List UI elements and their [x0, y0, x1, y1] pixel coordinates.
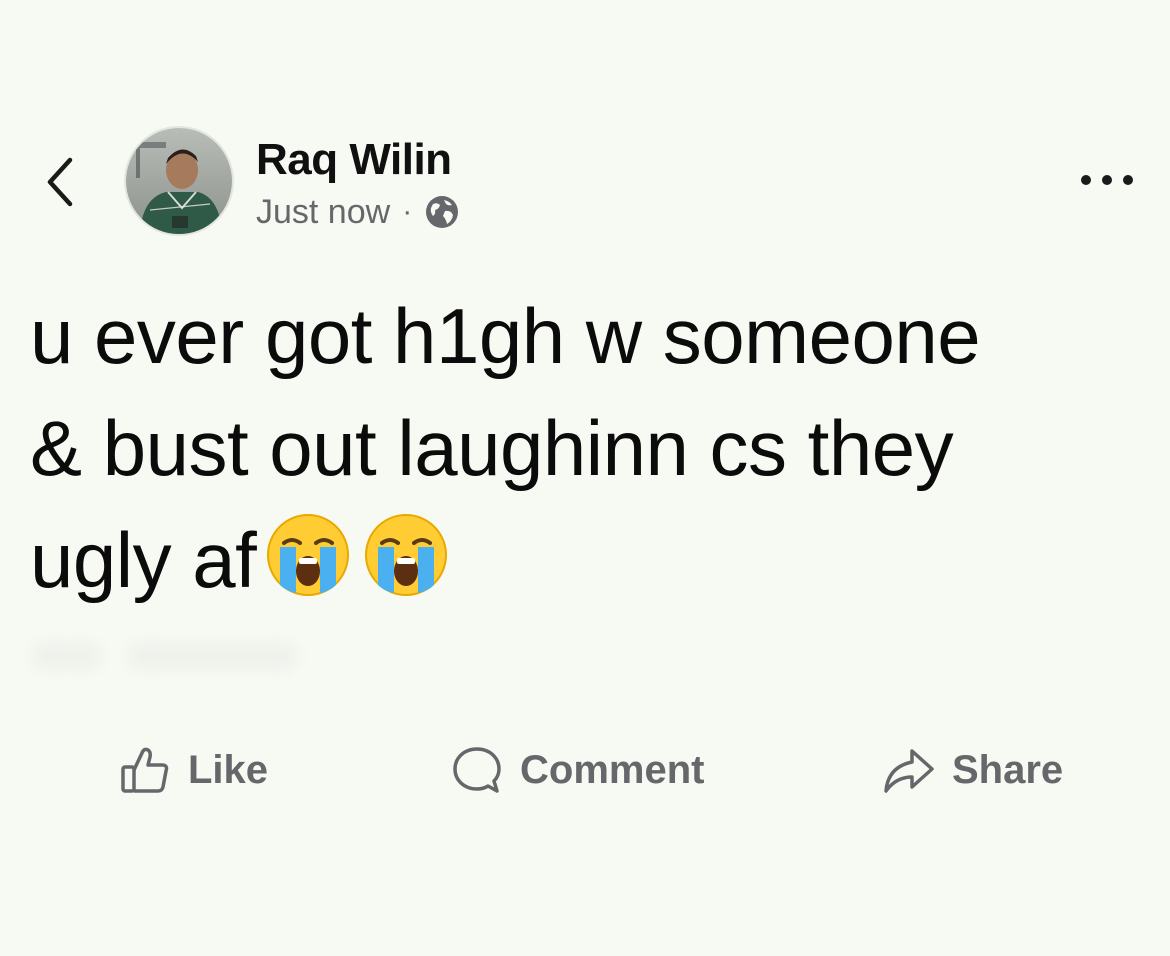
comment-label: Comment	[520, 747, 705, 792]
share-label: Share	[952, 747, 1064, 792]
post-header: Raq Wilin Just now ·	[0, 0, 1170, 260]
avatar-image	[126, 128, 232, 234]
reactions-summary	[32, 632, 302, 676]
loudly-crying-face-icon	[365, 514, 448, 596]
comment-bubble-icon	[453, 747, 501, 793]
share-button[interactable]: Share	[880, 740, 1063, 800]
chevron-left-icon	[47, 157, 73, 207]
post-meta: Just now ·	[256, 190, 460, 234]
reactions-count-placeholder	[32, 642, 102, 670]
post-body: u ever got h1gh w someone & bust out lau…	[30, 280, 1140, 616]
meta-separator: ·	[402, 195, 413, 228]
more-options-button[interactable]	[1074, 158, 1140, 202]
avatar[interactable]	[126, 128, 232, 234]
thumbs-up-icon	[121, 747, 169, 793]
back-button[interactable]	[38, 152, 82, 212]
author-name[interactable]: Raq Wilin	[256, 136, 452, 184]
globe-icon[interactable]	[424, 194, 460, 230]
post-text-line: & bust out laughinn cs they	[30, 404, 954, 492]
like-label: Like	[188, 747, 269, 792]
loudly-crying-face-icon	[267, 514, 350, 596]
comment-button[interactable]: Comment	[450, 740, 704, 800]
post-text-line: ugly af	[30, 516, 257, 604]
more-horizontal-icon	[1081, 175, 1133, 185]
post-text-line: u ever got h1gh w someone	[30, 292, 981, 380]
post-actions-bar: Like Comment Share	[0, 730, 1170, 810]
comments-count-placeholder	[128, 642, 298, 670]
like-button[interactable]: Like	[118, 740, 268, 800]
post-text-line-last: ugly af	[30, 504, 1140, 616]
post-timestamp[interactable]: Just now	[256, 193, 390, 232]
share-arrow-icon	[884, 749, 934, 793]
